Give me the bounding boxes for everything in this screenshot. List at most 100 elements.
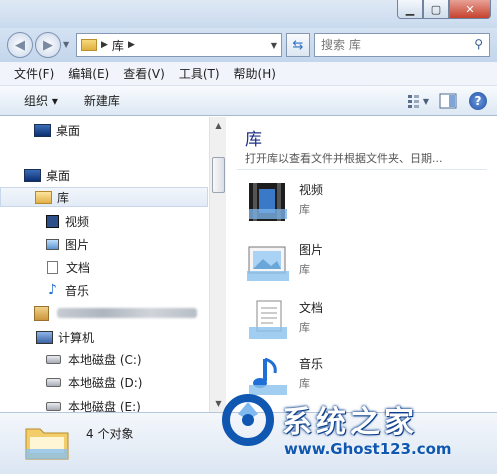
library-type: 库 [299,321,310,334]
scroll-thumb[interactable] [212,157,225,193]
library-folder-icon [81,39,97,51]
view-list-icon [408,95,419,108]
nav-label: 桌面 [46,168,71,183]
maximize-button[interactable]: ▢ [423,0,449,19]
nav-drive-e[interactable]: 本地磁盘 (E:) [46,396,141,412]
video-library-icon [249,183,287,221]
breadcrumb-arrow-icon[interactable]: ▶ [128,40,135,50]
nav-libraries[interactable]: 库 [0,187,208,207]
library-item-pictures[interactable]: 图片 库 [245,239,323,285]
window-controls: ▁ ▢ ✕ [397,0,491,19]
header-divider [237,169,487,170]
nav-label: 文档 [66,260,91,275]
watermark-brand: 系统之家 [282,405,418,440]
menu-help[interactable]: 帮助(H) [234,65,276,82]
nav-videos[interactable]: 视频 [46,211,89,231]
nav-label: 库 [57,190,70,205]
watermark-logo-icon [222,394,274,446]
library-item-text: 音乐 库 [299,353,323,391]
nav-label: 图片 [65,237,90,252]
page-subtitle: 打开库以查看文件并根据文件夹、日期... [245,152,443,165]
library-item-text: 图片 库 [299,239,323,277]
nav-label: 桌面 [56,123,81,138]
library-name: 视频 [299,183,324,197]
library-item-documents[interactable]: 文档 库 [245,297,323,343]
hard-drive-icon [46,354,61,364]
new-library-button[interactable]: 新建库 [84,92,120,109]
library-type: 库 [299,203,310,216]
search-icon[interactable]: ⚲ [474,37,483,51]
menu-edit[interactable]: 编辑(E) [68,65,109,82]
library-name: 音乐 [299,357,324,371]
nav-label: 音乐 [65,283,90,298]
hard-drive-icon [46,377,61,387]
scroll-up-arrow-icon[interactable]: ▲ [210,117,227,134]
nav-computer[interactable]: 计算机 [36,327,94,347]
search-input[interactable] [321,38,461,52]
help-button[interactable]: ? [467,90,489,112]
toolbar-right: ▼ ? [399,90,489,112]
search-box[interactable]: ⚲ [314,33,490,57]
minimize-icon: ▁ [405,2,415,16]
pictures-library-icon [247,246,289,281]
library-type: 库 [299,377,310,390]
address-row: ◀ ▶ ▼ ▶ 库 ▶ ▼ ⇆ ⚲ [0,28,497,62]
address-bar[interactable]: ▶ 库 ▶ ▼ [76,33,282,57]
content-pane: 库 打开库以查看文件并根据文件夹、日期... 视频 库 图片 库 文档 库 音乐… [227,117,497,412]
close-button[interactable]: ✕ [449,0,491,19]
desktop-icon [34,123,51,137]
chevron-down-icon: ▼ [422,96,429,106]
library-item-videos[interactable]: 视频 库 [245,179,323,225]
desktop-icon [24,168,41,182]
library-item-text: 视频 库 [299,179,323,217]
documents-library-icon [249,300,287,339]
nav-pictures[interactable]: 图片 [46,234,89,254]
nav-favorites-desktop[interactable]: 桌面 [34,120,80,140]
nav-label: 本地磁盘 (D:) [68,375,143,390]
refresh-icon: ⇆ [292,37,304,53]
nav-music[interactable]: ♪ 音乐 [46,280,89,300]
nav-user-folder[interactable] [34,303,197,323]
address-dropdown-icon[interactable]: ▼ [271,41,277,50]
menu-tools[interactable]: 工具(T) [179,65,220,82]
menu-view[interactable]: 查看(V) [123,65,165,82]
help-icon: ? [469,92,487,110]
watermark-url: www.Ghost123.com [284,440,452,458]
refresh-button[interactable]: ⇆ [286,33,310,57]
library-folder-icon [35,190,52,204]
navigation-pane: 桌面 桌面 库 视频 图片 文档 ♪ 音乐 计算机 本地磁盘 (C:) 本地磁盘… [0,117,209,412]
nav-scrollbar[interactable]: ▲ ▼ [209,117,226,412]
nav-label: 计算机 [58,330,95,345]
window-titlebar[interactable]: ▁ ▢ ✕ [0,0,497,28]
library-name: 图片 [299,243,324,257]
breadcrumb-arrow-icon[interactable]: ▶ [101,40,108,50]
nav-drive-d[interactable]: 本地磁盘 (D:) [46,372,142,392]
command-bar: 组织 ▾ 新建库 ▼ ? [0,86,497,116]
preview-pane-icon [439,93,457,109]
item-count: 4 个对象 [86,427,134,441]
menu-file[interactable]: 文件(F) [14,65,54,82]
computer-icon [36,330,53,344]
nav-label: 本地磁盘 (E:) [68,399,141,413]
close-icon: ✕ [465,2,475,16]
page-title: 库 [245,130,262,150]
preview-pane-button[interactable] [437,90,459,112]
organize-button[interactable]: 组织 ▾ [24,92,58,109]
minimize-button[interactable]: ▁ [397,0,423,19]
library-name: 文档 [299,301,324,315]
nav-desktop[interactable]: 桌面 [24,165,70,185]
maximize-icon: ▢ [430,2,442,16]
nav-drive-c[interactable]: 本地磁盘 (C:) [46,349,142,369]
recent-pages-dropdown[interactable]: ▼ [63,40,69,49]
forward-arrow-icon: ▶ [43,37,53,53]
breadcrumb-library[interactable]: 库 [112,37,124,54]
library-item-text: 文档 库 [299,297,323,335]
forward-button[interactable]: ▶ [35,32,61,58]
back-button[interactable]: ◀ [7,32,33,58]
pictures-icon [46,238,59,250]
nav-documents[interactable]: 文档 [47,257,90,277]
blurred-username [57,308,197,318]
video-icon [46,214,59,228]
view-options-button[interactable]: ▼ [407,90,429,112]
library-type: 库 [299,263,310,276]
